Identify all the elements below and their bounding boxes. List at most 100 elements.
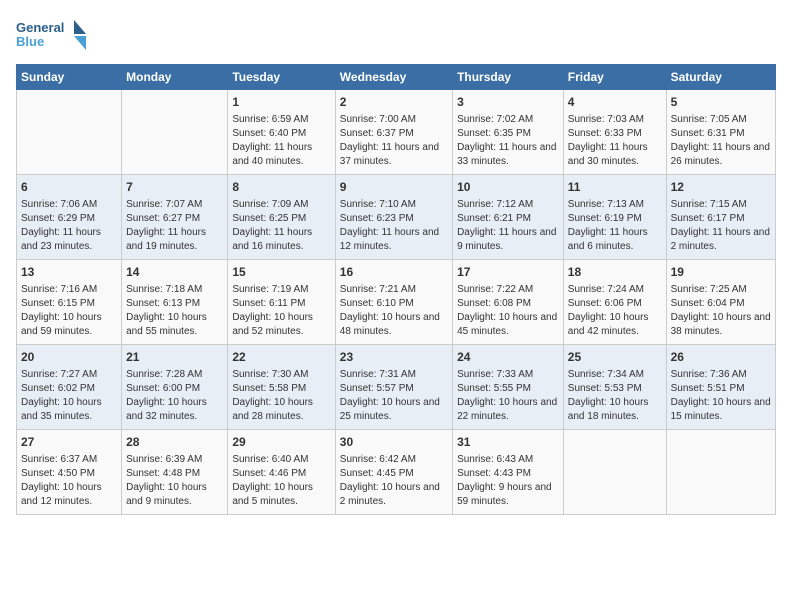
calendar-cell: 11Sunrise: 7:13 AMSunset: 6:19 PMDayligh…: [563, 175, 666, 260]
day-info-line: Daylight: 11 hours and 26 minutes.: [671, 141, 771, 169]
day-info-line: Sunset: 6:13 PM: [126, 297, 223, 311]
day-info-line: Daylight: 11 hours and 12 minutes.: [340, 226, 448, 254]
calendar-week-row: 27Sunrise: 6:37 AMSunset: 4:50 PMDayligh…: [17, 430, 776, 515]
day-info-line: Sunrise: 7:24 AM: [568, 283, 662, 297]
calendar-cell: [17, 90, 122, 175]
day-info-line: Daylight: 10 hours and 45 minutes.: [457, 311, 559, 339]
day-number: 29: [232, 434, 330, 451]
calendar-cell: [563, 430, 666, 515]
calendar-cell: 7Sunrise: 7:07 AMSunset: 6:27 PMDaylight…: [122, 175, 228, 260]
calendar-cell: 25 Sunrise: 7:34 AMSunset: 5:53 PMDayligh…: [563, 345, 666, 430]
day-number: 27: [21, 434, 117, 451]
day-info-line: Sunset: 6:19 PM: [568, 212, 662, 226]
day-info-line: Sunrise: 7:05 AM: [671, 113, 771, 127]
calendar-cell: 16Sunrise: 7:21 AMSunset: 6:10 PMDayligh…: [335, 260, 452, 345]
day-info-line: Sunset: 5:53 PM: [568, 382, 662, 396]
calendar-cell: 8 Sunrise: 7:09 AMSunset: 6:25 PMDaylight…: [228, 175, 335, 260]
svg-text:General: General: [16, 20, 64, 35]
day-info-line: Sunrise: 7:36 AM: [671, 368, 771, 382]
calendar-cell: 12Sunrise: 7:15 AMSunset: 6:17 PMDayligh…: [666, 175, 775, 260]
calendar-cell: 27Sunrise: 6:37 AMSunset: 4:50 PMDayligh…: [17, 430, 122, 515]
day-info-line: Sunset: 6:25 PM: [232, 212, 330, 226]
day-info-line: Sunset: 6:17 PM: [671, 212, 771, 226]
day-info-line: Sunrise: 7:31 AM: [340, 368, 448, 382]
day-info-line: Sunrise: 7:33 AM: [457, 368, 559, 382]
calendar-cell: 3Sunrise: 7:02 AMSunset: 6:35 PMDaylight…: [453, 90, 564, 175]
day-info-line: Daylight: 10 hours and 48 minutes.: [340, 311, 448, 339]
day-info-line: Daylight: 10 hours and 12 minutes.: [21, 481, 117, 509]
logo: General Blue: [16, 16, 86, 56]
calendar-cell: 4Sunrise: 7:03 AMSunset: 6:33 PMDaylight…: [563, 90, 666, 175]
day-info-line: Sunset: 6:08 PM: [457, 297, 559, 311]
day-info-line: Sunrise: 7:34 AM: [568, 368, 662, 382]
day-number: 4: [568, 94, 662, 111]
calendar-cell: 15Sunrise: 7:19 AMSunset: 6:11 PMDayligh…: [228, 260, 335, 345]
day-info-line: Sunrise: 7:28 AM: [126, 368, 223, 382]
calendar-cell: [122, 90, 228, 175]
day-info-line: Daylight: 11 hours and 37 minutes.: [340, 141, 448, 169]
calendar-cell: [666, 430, 775, 515]
day-info-line: Daylight: 11 hours and 9 minutes.: [457, 226, 559, 254]
day-number: 1: [232, 94, 330, 111]
day-info-line: Daylight: 10 hours and 22 minutes.: [457, 396, 559, 424]
day-number: 25: [568, 349, 662, 366]
day-info-line: Sunrise: 7:07 AM: [126, 198, 223, 212]
day-number: 20: [21, 349, 117, 366]
day-info-line: Sunrise: 7:09 AM: [232, 198, 330, 212]
day-info-line: Sunset: 5:55 PM: [457, 382, 559, 396]
day-info-line: Sunrise: 7:10 AM: [340, 198, 448, 212]
day-info-line: Daylight: 10 hours and 2 minutes.: [340, 481, 448, 509]
day-number: 8: [232, 179, 330, 196]
day-number: 30: [340, 434, 448, 451]
calendar-cell: 19Sunrise: 7:25 AMSunset: 6:04 PMDayligh…: [666, 260, 775, 345]
day-info-line: Sunset: 6:37 PM: [340, 127, 448, 141]
day-number: 2: [340, 94, 448, 111]
day-info-line: Sunset: 6:06 PM: [568, 297, 662, 311]
calendar-week-row: 1Sunrise: 6:59 AMSunset: 6:40 PMDaylight…: [17, 90, 776, 175]
day-info-line: Sunset: 4:43 PM: [457, 467, 559, 481]
day-info-line: Sunrise: 7:19 AM: [232, 283, 330, 297]
day-info-line: Daylight: 10 hours and 18 minutes.: [568, 396, 662, 424]
day-info-line: Sunset: 6:10 PM: [340, 297, 448, 311]
calendar-cell: 17Sunrise: 7:22 AMSunset: 6:08 PMDayligh…: [453, 260, 564, 345]
day-info-line: Daylight: 10 hours and 28 minutes.: [232, 396, 330, 424]
day-info-line: Sunrise: 6:42 AM: [340, 453, 448, 467]
calendar-week-row: 13Sunrise: 7:16 AMSunset: 6:15 PMDayligh…: [17, 260, 776, 345]
day-number: 22: [232, 349, 330, 366]
day-info-line: Daylight: 9 hours and 59 minutes.: [457, 481, 559, 509]
day-info-line: Daylight: 10 hours and 59 minutes.: [21, 311, 117, 339]
day-number: 17: [457, 264, 559, 281]
day-info-line: Daylight: 10 hours and 55 minutes.: [126, 311, 223, 339]
weekday-header: Thursday: [453, 65, 564, 90]
day-number: 15: [232, 264, 330, 281]
day-info-line: Sunset: 6:27 PM: [126, 212, 223, 226]
day-info-line: Daylight: 11 hours and 19 minutes.: [126, 226, 223, 254]
weekday-header: Friday: [563, 65, 666, 90]
day-info-line: Sunrise: 7:03 AM: [568, 113, 662, 127]
day-info-line: Sunrise: 7:13 AM: [568, 198, 662, 212]
day-info-line: Sunset: 4:46 PM: [232, 467, 330, 481]
weekday-header: Monday: [122, 65, 228, 90]
day-info-line: Sunrise: 7:16 AM: [21, 283, 117, 297]
day-info-line: Daylight: 10 hours and 38 minutes.: [671, 311, 771, 339]
day-info-line: Sunrise: 7:02 AM: [457, 113, 559, 127]
day-info-line: Sunrise: 6:40 AM: [232, 453, 330, 467]
calendar-cell: 31Sunrise: 6:43 AMSunset: 4:43 PMDayligh…: [453, 430, 564, 515]
calendar-cell: 2Sunrise: 7:00 AMSunset: 6:37 PMDaylight…: [335, 90, 452, 175]
day-number: 23: [340, 349, 448, 366]
day-number: 28: [126, 434, 223, 451]
day-info-line: Daylight: 10 hours and 52 minutes.: [232, 311, 330, 339]
day-info-line: Sunrise: 7:18 AM: [126, 283, 223, 297]
calendar-week-row: 20Sunrise: 7:27 AMSunset: 6:02 PMDayligh…: [17, 345, 776, 430]
day-info-line: Sunset: 4:45 PM: [340, 467, 448, 481]
calendar-table: SundayMondayTuesdayWednesdayThursdayFrid…: [16, 64, 776, 515]
weekday-header: Tuesday: [228, 65, 335, 90]
day-info-line: Daylight: 10 hours and 35 minutes.: [21, 396, 117, 424]
day-number: 5: [671, 94, 771, 111]
day-info-line: Sunrise: 6:59 AM: [232, 113, 330, 127]
day-number: 18: [568, 264, 662, 281]
day-info-line: Daylight: 11 hours and 16 minutes.: [232, 226, 330, 254]
calendar-cell: 24Sunrise: 7:33 AMSunset: 5:55 PMDayligh…: [453, 345, 564, 430]
day-info-line: Sunset: 6:15 PM: [21, 297, 117, 311]
day-info-line: Sunrise: 7:30 AM: [232, 368, 330, 382]
